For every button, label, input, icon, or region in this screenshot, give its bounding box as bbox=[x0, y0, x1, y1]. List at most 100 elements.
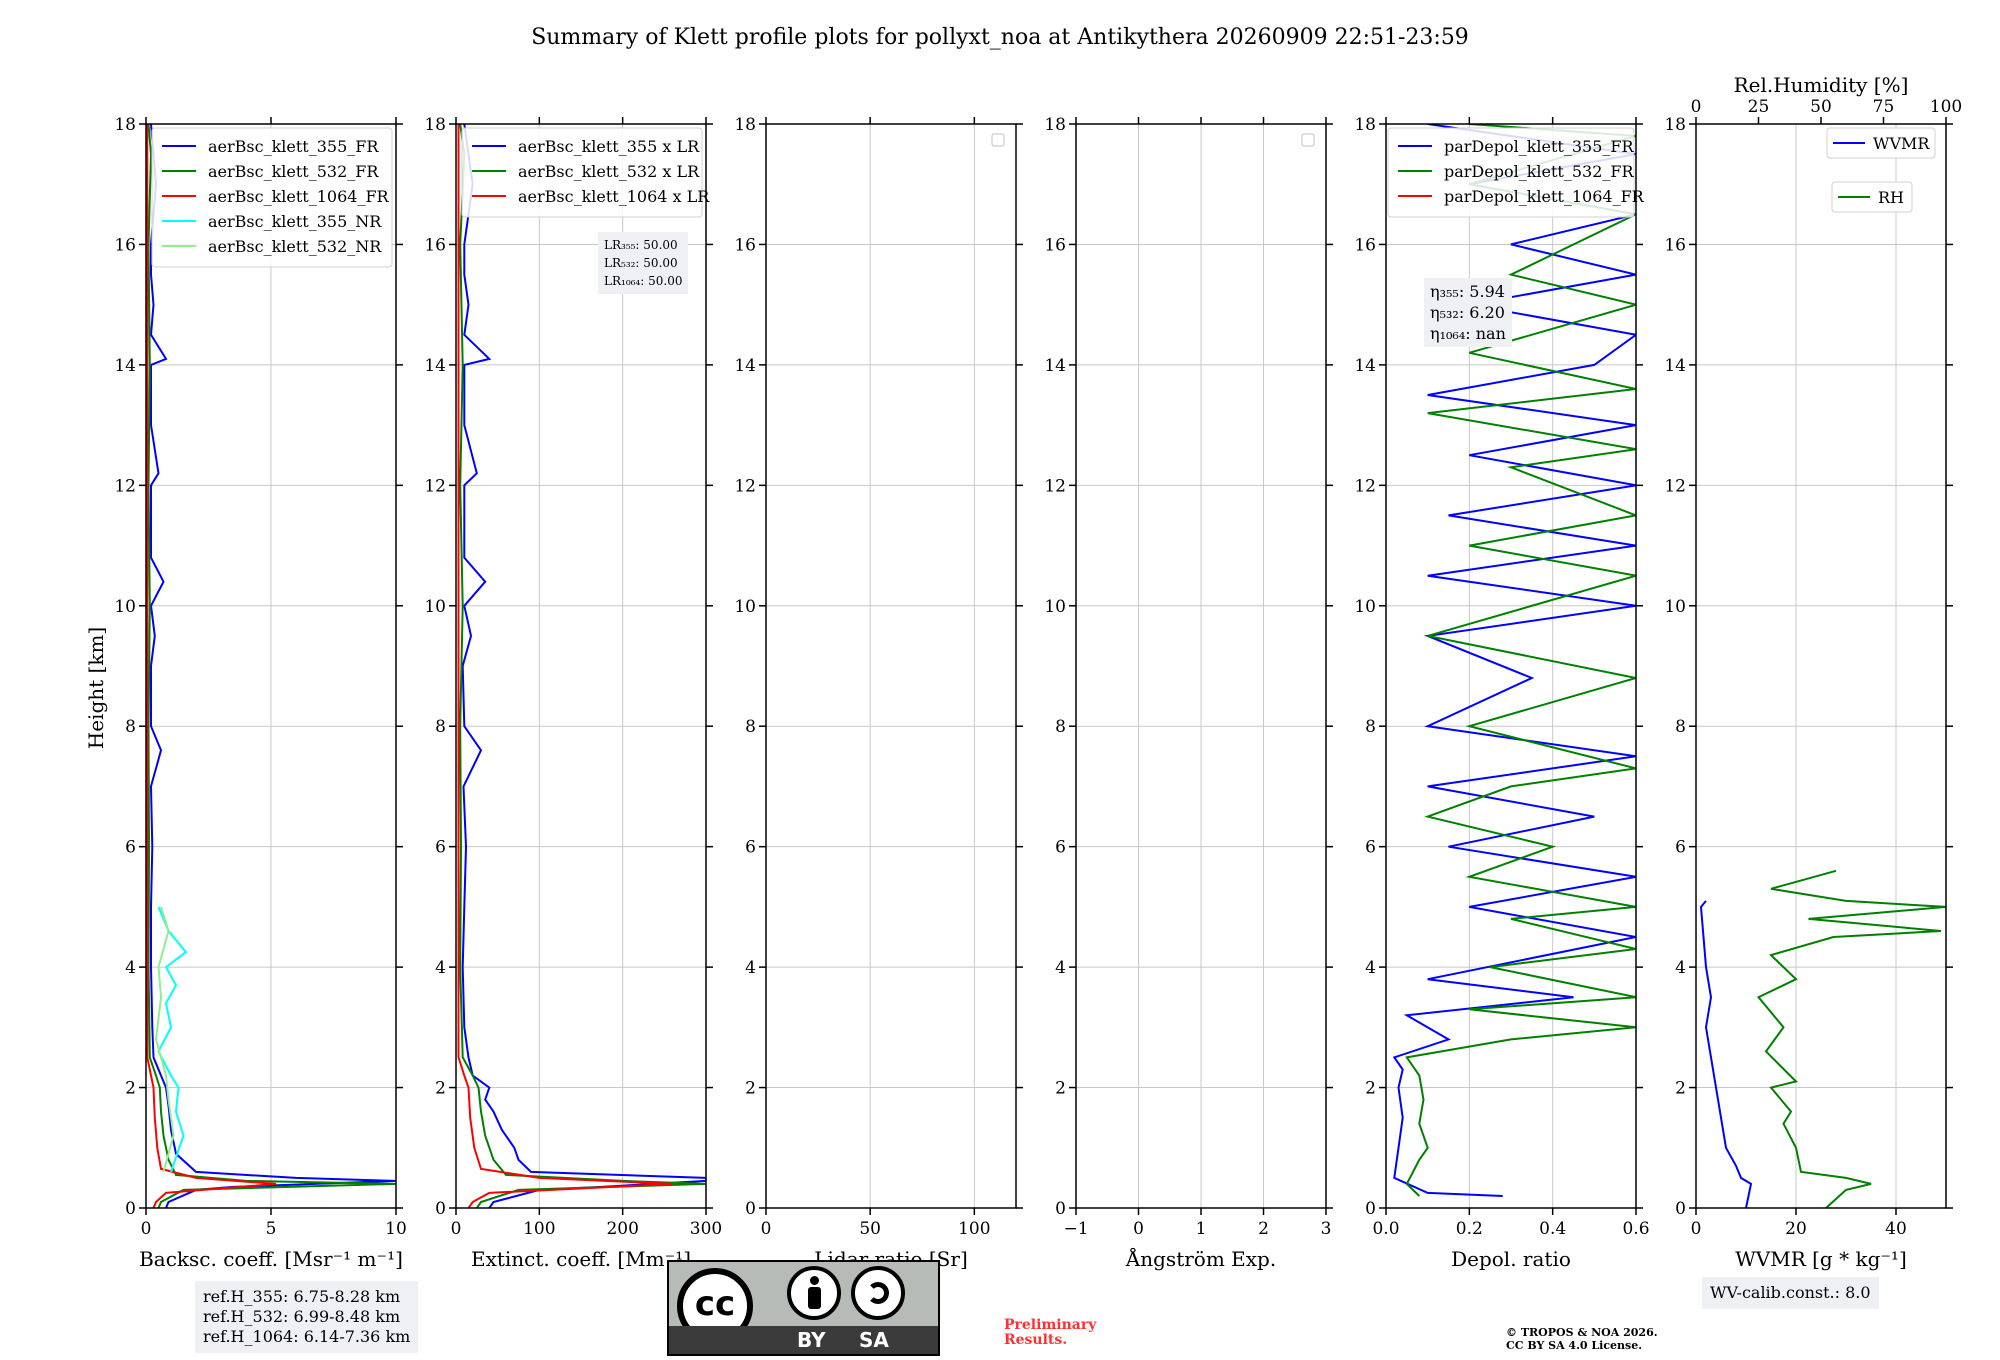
top-x-tick-label-3: 75 bbox=[1873, 97, 1895, 117]
x-tick-label-1: 0 bbox=[1133, 1219, 1144, 1239]
cc-badge-strip: BY SA bbox=[669, 1326, 938, 1354]
top-x-tick-label-2: 50 bbox=[1810, 97, 1832, 117]
copyright-line-1: © TROPOS & NOA 2026. bbox=[1506, 1326, 1658, 1339]
eta-1064: η₁₀₆₄: nan bbox=[1430, 324, 1506, 343]
x-tick-label-0: 0 bbox=[1691, 1219, 1702, 1239]
y-tick-label-8: 16 bbox=[1664, 235, 1686, 255]
y-tick-label-3: 6 bbox=[125, 838, 136, 858]
series-group bbox=[146, 124, 396, 1208]
series-line-aerBsc_klett_355_FR bbox=[149, 124, 396, 1208]
y-tick-label-2: 4 bbox=[1055, 958, 1066, 978]
y-tick-label-5: 10 bbox=[424, 597, 446, 617]
y-tick-label-5: 10 bbox=[1664, 597, 1686, 617]
y-tick-label-3: 6 bbox=[1675, 838, 1686, 858]
attribution-person-icon bbox=[787, 1266, 841, 1320]
y-tick-label-1: 2 bbox=[1365, 1079, 1376, 1099]
panel-angstrom: 024681012141618−1 0 1 2 3Ångström Exp. bbox=[1044, 115, 1333, 1271]
legend-label-3: aerBsc_klett_355_NR bbox=[208, 212, 382, 231]
x-axis-label: Extinct. coeff. [Mm⁻¹] bbox=[471, 1247, 691, 1271]
y-tick-label-2: 4 bbox=[745, 958, 756, 978]
x-tick-label-4: 3 bbox=[1321, 1219, 1332, 1239]
wv-calibration-constant: WV-calib.const.: 8.0 bbox=[1710, 1283, 1871, 1302]
y-tick-label-3: 6 bbox=[745, 838, 756, 858]
legend-label-0: aerBsc_klett_355_FR bbox=[208, 137, 379, 156]
series-line-aerBsc_klett_1064_FR bbox=[146, 124, 277, 1208]
series-line-aerBsc_klett_532_FR bbox=[147, 124, 396, 1208]
legend-RH: RH bbox=[1831, 181, 1913, 213]
y-tick-label-0: 0 bbox=[1055, 1199, 1066, 1219]
y-tick-label-3: 6 bbox=[435, 838, 446, 858]
panel-water-vapor: 0246810121416180 20 40WVMR [g * kg⁻¹]0 25 50… bbox=[1664, 73, 1962, 1271]
eta-box: η₃₅₅: 5.94 η₅₃₂: 6.20 η₁₀₆₄: nan bbox=[1424, 278, 1512, 347]
y-tick-label-9: 18 bbox=[1044, 115, 1066, 135]
legend-label-2: aerBsc_klett_1064 x LR bbox=[518, 187, 710, 206]
y-tick-label-4: 8 bbox=[1055, 717, 1066, 737]
y-tick-label-4: 8 bbox=[125, 717, 136, 737]
top-x-axis-label: Rel.Humidity [%] bbox=[1734, 73, 1909, 97]
y-tick-label-1: 2 bbox=[1675, 1079, 1686, 1099]
legend-label: RH bbox=[1878, 188, 1904, 207]
x-tick-label-0: 0 bbox=[141, 1219, 152, 1239]
y-tick-label-0: 0 bbox=[1675, 1199, 1686, 1219]
x-axis-label: Depol. ratio bbox=[1451, 1247, 1571, 1271]
y-tick-label-6: 12 bbox=[1044, 476, 1066, 496]
legend: parDepol_klett_355_FR parDepol_klett_532_… bbox=[1387, 127, 1645, 218]
panel-lidar-ratio: 0246810121416180 50 100Lidar ratio [Sr] bbox=[734, 115, 1023, 1271]
x-axis-label: WVMR [g * kg⁻¹] bbox=[1735, 1247, 1907, 1271]
y-tick-label-9: 18 bbox=[114, 115, 136, 135]
x-tick-label-3: 0.6 bbox=[1622, 1219, 1649, 1239]
x-tick-label-1: 100 bbox=[523, 1219, 555, 1239]
x-tick-label-1: 5 bbox=[266, 1219, 277, 1239]
y-tick-label-1: 2 bbox=[1055, 1079, 1066, 1099]
y-tick-label-8: 16 bbox=[424, 235, 446, 255]
legend-label-4: aerBsc_klett_532_NR bbox=[208, 237, 382, 256]
ref-height-532: ref.H_532: 6.99-8.48 km bbox=[203, 1307, 401, 1326]
y-tick-label-5: 10 bbox=[734, 597, 756, 617]
y-axis-label: Height [km] bbox=[84, 627, 108, 749]
y-tick-label-0: 0 bbox=[745, 1199, 756, 1219]
legend-label-0: aerBsc_klett_355 x LR bbox=[518, 137, 700, 156]
y-tick-label-7: 14 bbox=[1044, 356, 1066, 376]
y-tick-label-6: 12 bbox=[1354, 476, 1376, 496]
y-tick-label-8: 16 bbox=[1044, 235, 1066, 255]
y-tick-label-6: 12 bbox=[424, 476, 446, 496]
y-tick-label-6: 12 bbox=[1664, 476, 1686, 496]
ref-height-1064: ref.H_1064: 6.14-7.36 km bbox=[203, 1327, 411, 1346]
legend-label-1: aerBsc_klett_532 x LR bbox=[518, 162, 700, 181]
series-group bbox=[1699, 869, 1946, 1208]
legend-label-0: parDepol_klett_355_FR bbox=[1444, 137, 1635, 156]
x-tick-label-2: 10 bbox=[385, 1219, 407, 1239]
top-x-tick-label-4: 100 bbox=[1930, 97, 1962, 117]
y-tick-label-1: 2 bbox=[125, 1079, 136, 1099]
legend-label-2: aerBsc_klett_1064_FR bbox=[208, 187, 390, 206]
y-tick-label-4: 8 bbox=[745, 717, 756, 737]
eta-532: η₅₃₂: 6.20 bbox=[1430, 303, 1505, 322]
y-tick-label-7: 14 bbox=[114, 356, 136, 376]
cc-sa-label: SA bbox=[859, 1328, 889, 1352]
x-axis-label: Ångström Exp. bbox=[1125, 1246, 1276, 1271]
x-tick-label-1: 50 bbox=[859, 1219, 881, 1239]
copyright-line-2: CC BY SA 4.0 License. bbox=[1506, 1339, 1643, 1352]
panel-backscatter: 0 2 4 6 8 10 12 14 16 18 0 5 10 Backsc. coeff. [Msr⁻¹… bbox=[114, 115, 406, 1271]
x-tick-label-2: 200 bbox=[606, 1219, 638, 1239]
y-tick-label-5: 10 bbox=[1354, 597, 1376, 617]
y-tick-label-4: 8 bbox=[1365, 717, 1376, 737]
reference-height-box: ref.H_355: 6.75-8.28 km ref.H_532: 6.99-… bbox=[195, 1281, 419, 1353]
y-tick-label-2: 4 bbox=[1365, 958, 1376, 978]
y-tick-label-7: 14 bbox=[1664, 356, 1686, 376]
lr-355: LR₃₅₅: 50.00 bbox=[604, 238, 678, 252]
y-tick-label-0: 0 bbox=[125, 1199, 136, 1219]
series-line-RH bbox=[1756, 869, 1946, 1208]
x-tick-label-2: 0.4 bbox=[1539, 1219, 1566, 1239]
y-tick-label-1: 2 bbox=[745, 1079, 756, 1099]
y-tick-label-9: 18 bbox=[1354, 115, 1376, 135]
chart-panels: 0246810121416180 5 10Backsc. coeff. [Msr⁻¹… bbox=[114, 73, 1962, 1271]
legend-label-1: aerBsc_klett_532_FR bbox=[208, 162, 379, 181]
legend-label-1: parDepol_klett_532_FR bbox=[1444, 162, 1635, 181]
y-tick-label-7: 14 bbox=[734, 356, 756, 376]
y-tick-label-3: 6 bbox=[1365, 838, 1376, 858]
x-tick-label-3: 2 bbox=[1258, 1219, 1269, 1239]
x-tick-label-2: 100 bbox=[958, 1219, 990, 1239]
x-tick-label-0: 0 bbox=[451, 1219, 462, 1239]
y-tick-label-7: 14 bbox=[1354, 356, 1376, 376]
